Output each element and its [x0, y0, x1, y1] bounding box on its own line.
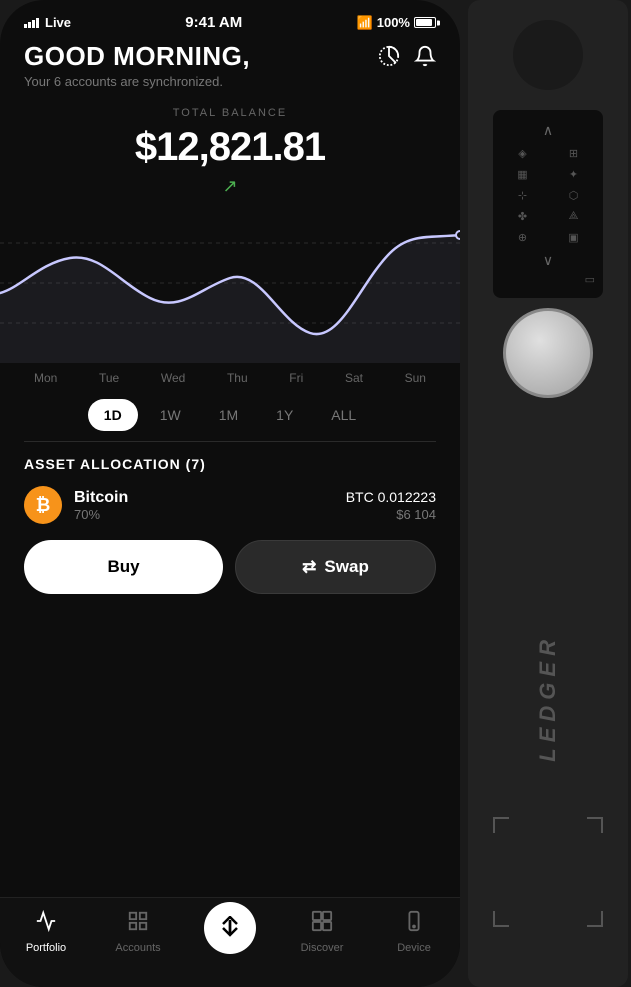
- ledger-icon-3: ▦: [501, 168, 544, 181]
- day-fri: Fri: [289, 371, 303, 385]
- nav-center: [184, 906, 276, 954]
- nav-portfolio-label: Portfolio: [26, 942, 66, 954]
- carrier-label: Live: [45, 15, 71, 30]
- balance-amount: $12,821.81: [24, 125, 436, 170]
- day-sun: Sun: [405, 371, 426, 385]
- nav-device[interactable]: Device: [368, 906, 460, 954]
- header-icons: [378, 45, 436, 73]
- asset-right: BTC 0.012223 $6 104: [346, 489, 436, 522]
- ledger-up-arrow: ∧: [501, 122, 595, 139]
- greeting-title: GOOD MORNING,: [24, 41, 250, 72]
- ledger-brand: LEDGER: [535, 634, 561, 762]
- asset-amount: BTC 0.012223: [346, 489, 436, 505]
- bottom-nav: Portfolio Accounts: [0, 897, 460, 987]
- corner-br: [587, 911, 603, 927]
- corner-tr: [587, 817, 603, 833]
- greeting-subtitle: Your 6 accounts are synchronized.: [24, 74, 250, 89]
- nav-discover[interactable]: Discover: [276, 906, 368, 954]
- ledger-icon-6: ⬡: [552, 189, 595, 202]
- time-labels: Mon Tue Wed Thu Fri Sat Sun: [24, 363, 436, 385]
- asset-info: Bitcoin 70%: [74, 489, 128, 522]
- bluetooth-icon: 📶: [357, 15, 373, 31]
- ledger-icon-7: ✤: [501, 210, 544, 223]
- ledger-icon-4: ✦: [552, 168, 595, 181]
- swap-icon: ⇄: [302, 557, 316, 577]
- day-sat: Sat: [345, 371, 363, 385]
- period-1m[interactable]: 1M: [203, 399, 254, 431]
- nav-accounts[interactable]: Accounts: [92, 906, 184, 954]
- ledger-icon-5: ⊹: [501, 189, 544, 202]
- period-1d[interactable]: 1D: [88, 399, 138, 431]
- asset-row-bitcoin: ₿ Bitcoin 70% BTC 0.012223 $6 104: [24, 486, 436, 524]
- chart-container: [0, 203, 460, 363]
- battery-percent: 100%: [377, 15, 410, 30]
- balance-label: TOTAL BALANCE: [24, 107, 436, 119]
- period-1y[interactable]: 1Y: [260, 399, 309, 431]
- status-right: 📶 100%: [357, 15, 436, 31]
- chart-svg: [0, 203, 460, 363]
- asset-name: Bitcoin: [74, 489, 128, 507]
- day-tue: Tue: [99, 371, 119, 385]
- ledger-icon-9: ⊕: [501, 231, 544, 244]
- period-selector: 1D 1W 1M 1Y ALL: [24, 399, 436, 431]
- ledger-icon-2: ⊞: [552, 147, 595, 160]
- status-left: Live: [24, 15, 71, 30]
- corner-tl: [493, 817, 509, 833]
- status-bar: Live 9:41 AM 📶 100%: [0, 0, 460, 31]
- bitcoin-icon: ₿: [24, 486, 62, 524]
- header: GOOD MORNING, Your 6 accounts are synchr…: [24, 41, 436, 89]
- discover-nav-icon: [311, 910, 333, 938]
- balance-change: ↗: [24, 176, 436, 197]
- nav-accounts-label: Accounts: [115, 942, 160, 954]
- asset-left: ₿ Bitcoin 70%: [24, 486, 128, 524]
- change-arrow-icon: ↗: [222, 176, 237, 197]
- signal-icon: [24, 18, 39, 28]
- portfolio-chart-icon[interactable]: [378, 45, 400, 73]
- corner-bl: [493, 911, 509, 927]
- accounts-nav-icon: [127, 910, 149, 938]
- action-buttons: Buy ⇄ Swap: [24, 540, 436, 594]
- asset-percent: 70%: [74, 507, 128, 522]
- portfolio-nav-icon: [35, 910, 57, 938]
- asset-usd: $6 104: [346, 507, 436, 522]
- period-all[interactable]: ALL: [315, 399, 372, 431]
- swap-button[interactable]: ⇄ Swap: [235, 540, 436, 594]
- period-1w[interactable]: 1W: [144, 399, 197, 431]
- battery-icon: [414, 17, 436, 28]
- nav-discover-label: Discover: [301, 942, 344, 954]
- ledger-icon-1: ◈: [501, 147, 544, 160]
- ledger-camera-circle: [513, 20, 583, 90]
- device-nav-icon: [403, 910, 425, 938]
- nav-portfolio[interactable]: Portfolio: [0, 906, 92, 954]
- day-thu: Thu: [227, 371, 248, 385]
- ledger-icon-10: ▣: [552, 231, 595, 244]
- ledger-down-arrow: ∨: [501, 252, 595, 269]
- header-text: GOOD MORNING, Your 6 accounts are synchr…: [24, 41, 250, 89]
- day-mon: Mon: [34, 371, 57, 385]
- section-divider: [24, 441, 436, 442]
- ledger-device: ∧ ◈ ⊞ ▦ ✦ ⊹ ⬡ ✤ ⟁ ⊕ ▣ ∨ ▭ LEDGER: [468, 0, 628, 987]
- bell-icon[interactable]: [414, 45, 436, 73]
- ledger-corners: [493, 817, 603, 927]
- phone-container: Live 9:41 AM 📶 100% GOOD MORNING, Your 6…: [0, 0, 460, 987]
- ledger-icon-11: ▭: [501, 273, 595, 286]
- buy-button[interactable]: Buy: [24, 540, 223, 594]
- balance-section: TOTAL BALANCE $12,821.81 ↗: [24, 107, 436, 197]
- ledger-wheel-button[interactable]: [503, 308, 593, 398]
- swap-label: Swap: [324, 557, 368, 577]
- nav-device-label: Device: [397, 942, 431, 954]
- buy-label: Buy: [107, 557, 139, 577]
- transfer-button[interactable]: [204, 902, 256, 954]
- day-wed: Wed: [161, 371, 185, 385]
- phone-content: GOOD MORNING, Your 6 accounts are synchr…: [0, 31, 460, 888]
- ledger-icon-8: ⟁: [552, 210, 595, 223]
- time-label: 9:41 AM: [185, 14, 242, 31]
- asset-allocation-title: ASSET ALLOCATION (7): [24, 456, 436, 472]
